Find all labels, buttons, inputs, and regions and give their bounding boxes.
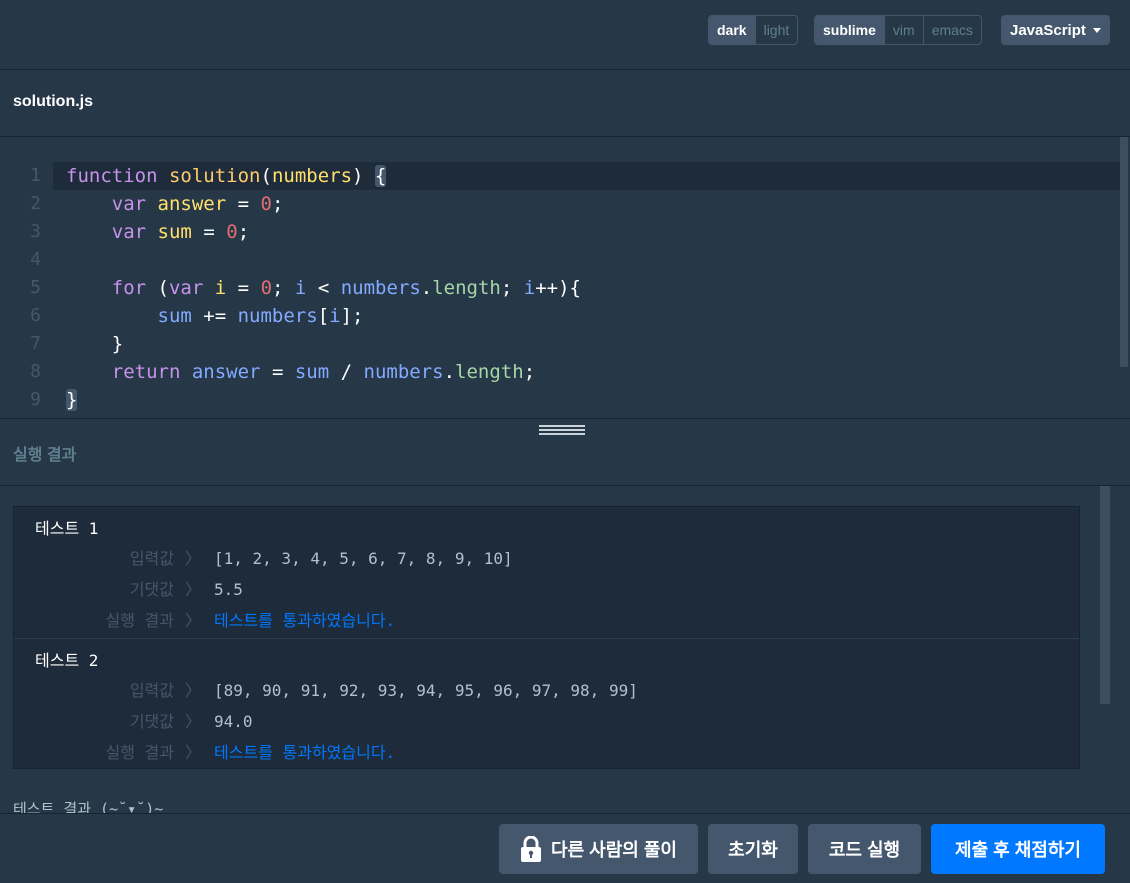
theme-light-button[interactable]: light bbox=[754, 16, 798, 44]
expected-value: 5.5 bbox=[214, 580, 243, 599]
keymap-sublime-button[interactable]: sublime bbox=[815, 16, 884, 44]
editor-scroll-thumb[interactable] bbox=[1120, 137, 1128, 367]
file-tab-bar: solution.js bbox=[0, 70, 1130, 137]
chevron-right-icon: 〉 bbox=[185, 549, 202, 568]
code-line[interactable]: for (var i = 0; i < numbers.length; i++)… bbox=[53, 274, 1120, 302]
caret-down-icon bbox=[1093, 28, 1101, 33]
line-number: 1 bbox=[30, 165, 41, 186]
test-case: 테스트 1 입력값 〉 [1, 2, 3, 4, 5, 6, 7, 8, 9, … bbox=[14, 507, 1079, 638]
submit-button[interactable]: 제출 후 채점하기 bbox=[931, 824, 1105, 874]
language-select-label: JavaScript bbox=[1010, 21, 1086, 39]
input-label: 입력값 bbox=[129, 681, 174, 700]
drag-handle-icon[interactable] bbox=[539, 425, 585, 435]
line-number: 3 bbox=[30, 221, 41, 242]
input-value: [1, 2, 3, 4, 5, 6, 7, 8, 9, 10] bbox=[214, 549, 513, 568]
expected-label: 기댓값 bbox=[129, 580, 174, 599]
test-results-table: 테스트 1 입력값 〉 [1, 2, 3, 4, 5, 6, 7, 8, 9, … bbox=[13, 506, 1080, 769]
code-line[interactable]: var sum = 0; bbox=[53, 218, 1120, 246]
top-toolbar: dark light sublime vim emacs JavaScript bbox=[0, 0, 1130, 70]
test-summary-text: 테스트 결과 (~˘▾˘)~ bbox=[13, 800, 164, 813]
test-case-title: 테스트 1 bbox=[35, 519, 99, 538]
action-bar: 다른 사람의 풀이 초기화 코드 실행 제출 후 채점하기 bbox=[0, 813, 1130, 883]
code-lines[interactable]: function solution(numbers) { var answer … bbox=[53, 162, 1120, 414]
line-number: 4 bbox=[30, 249, 41, 270]
line-number: 7 bbox=[30, 333, 41, 354]
chevron-right-icon: 〉 bbox=[185, 580, 202, 599]
file-name: solution.js bbox=[13, 93, 93, 110]
result-panel-title: 실행 결과 bbox=[13, 447, 77, 464]
code-line[interactable]: function solution(numbers) { bbox=[53, 162, 1120, 190]
result-label: 실행 결과 bbox=[105, 743, 174, 762]
code-line[interactable]: var answer = 0; bbox=[53, 190, 1120, 218]
code-line[interactable]: sum += numbers[i]; bbox=[53, 302, 1120, 330]
test-case: 테스트 2 입력값 〉 [89, 90, 91, 92, 93, 94, 95,… bbox=[14, 638, 1079, 769]
input-label: 입력값 bbox=[129, 549, 174, 568]
theme-toggle: dark light bbox=[708, 15, 799, 45]
chevron-right-icon: 〉 bbox=[185, 712, 202, 731]
expected-label: 기댓값 bbox=[129, 712, 174, 731]
expected-value: 94.0 bbox=[214, 712, 253, 731]
code-line[interactable]: } bbox=[53, 386, 1120, 414]
result-value: 테스트를 통과하였습니다. bbox=[214, 611, 396, 630]
code-editor[interactable]: 1 2 3 4 5 6 7 8 9 function solution(numb… bbox=[0, 137, 1130, 418]
lock-icon bbox=[521, 836, 542, 862]
result-panel-header: 실행 결과 bbox=[0, 418, 1130, 486]
reset-button[interactable]: 초기화 bbox=[708, 824, 798, 874]
keymap-vim-button[interactable]: vim bbox=[883, 16, 923, 44]
code-line[interactable]: return answer = sum / numbers.length; bbox=[53, 358, 1120, 386]
code-line[interactable] bbox=[53, 246, 1120, 274]
editor-scrollbar[interactable] bbox=[1120, 137, 1130, 418]
result-panel: 테스트 1 입력값 〉 [1, 2, 3, 4, 5, 6, 7, 8, 9, … bbox=[0, 486, 1130, 813]
line-number: 2 bbox=[30, 193, 41, 214]
line-number: 5 bbox=[30, 277, 41, 298]
chevron-right-icon: 〉 bbox=[185, 611, 202, 630]
line-number: 8 bbox=[30, 361, 41, 382]
chevron-right-icon: 〉 bbox=[185, 681, 202, 700]
language-select[interactable]: JavaScript bbox=[1001, 15, 1110, 45]
result-value: 테스트를 통과하였습니다. bbox=[214, 743, 396, 762]
others-solution-button[interactable]: 다른 사람의 풀이 bbox=[499, 824, 698, 874]
run-code-button[interactable]: 코드 실행 bbox=[808, 824, 921, 874]
keymap-emacs-button[interactable]: emacs bbox=[922, 16, 981, 44]
keymap-toggle: sublime vim emacs bbox=[814, 15, 982, 45]
line-number: 6 bbox=[30, 305, 41, 326]
others-solution-label: 다른 사람의 풀이 bbox=[551, 840, 677, 860]
result-scrollbar[interactable] bbox=[1100, 486, 1110, 704]
line-number: 9 bbox=[30, 389, 41, 410]
test-case-title: 테스트 2 bbox=[35, 651, 99, 670]
input-value: [89, 90, 91, 92, 93, 94, 95, 96, 97, 98,… bbox=[214, 681, 638, 700]
theme-dark-button[interactable]: dark bbox=[709, 16, 755, 44]
code-line[interactable]: } bbox=[53, 330, 1120, 358]
line-gutter: 1 2 3 4 5 6 7 8 9 bbox=[0, 162, 50, 414]
chevron-right-icon: 〉 bbox=[185, 743, 202, 762]
result-label: 실행 결과 bbox=[105, 611, 174, 630]
